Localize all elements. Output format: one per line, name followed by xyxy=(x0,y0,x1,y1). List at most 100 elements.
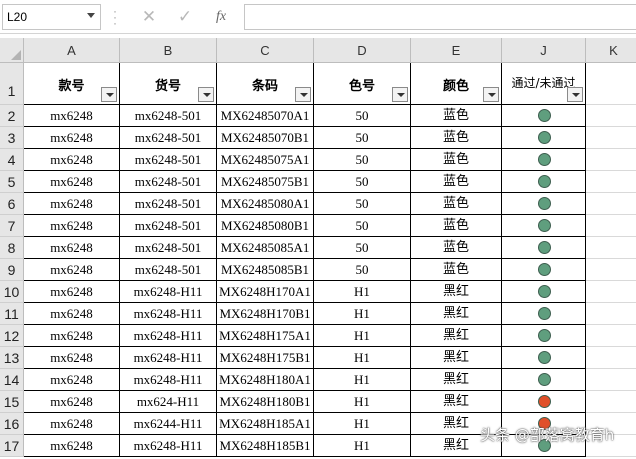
filter-dropdown-button[interactable] xyxy=(483,87,499,102)
table-cell[interactable]: 蓝色 xyxy=(411,193,502,215)
row-header-3[interactable]: 3 xyxy=(0,127,24,149)
table-cell[interactable]: mx6248-H11 xyxy=(120,347,217,369)
table-cell[interactable]: 蓝色 xyxy=(411,105,502,127)
table-cell[interactable]: 黑红 xyxy=(411,391,502,413)
table-cell[interactable]: MX6248H180A1 xyxy=(217,369,314,391)
table-cell[interactable]: 黑红 xyxy=(411,281,502,303)
table-cell[interactable]: H1 xyxy=(314,369,411,391)
table-cell[interactable]: 50 xyxy=(314,171,411,193)
status-cell[interactable] xyxy=(502,105,586,127)
table-header-cell[interactable]: 颜色 xyxy=(411,63,502,105)
table-cell[interactable]: H1 xyxy=(314,303,411,325)
row-header-11[interactable]: 11 xyxy=(0,303,24,325)
table-cell[interactable]: mx6248 xyxy=(24,325,120,347)
table-cell[interactable]: MX62485075A1 xyxy=(217,149,314,171)
table-cell[interactable]: MX6248H185A1 xyxy=(217,413,314,435)
row-header-13[interactable]: 13 xyxy=(0,347,24,369)
cancel-icon[interactable]: ✕ xyxy=(138,6,160,28)
status-cell[interactable] xyxy=(502,127,586,149)
empty-cell[interactable] xyxy=(586,303,636,325)
filter-dropdown-button[interactable] xyxy=(295,87,311,102)
name-box[interactable]: L20 xyxy=(2,4,101,30)
table-cell[interactable]: H1 xyxy=(314,435,411,457)
filter-dropdown-button[interactable] xyxy=(198,87,214,102)
table-cell[interactable]: MX62485080A1 xyxy=(217,193,314,215)
status-cell[interactable] xyxy=(502,149,586,171)
table-cell[interactable]: mx6248-H11 xyxy=(120,369,217,391)
column-header-d[interactable]: D xyxy=(314,38,411,63)
table-cell[interactable]: mx6248 xyxy=(24,369,120,391)
row-header-9[interactable]: 9 xyxy=(0,259,24,281)
status-cell[interactable] xyxy=(502,391,586,413)
column-header-k[interactable]: K xyxy=(586,38,636,63)
empty-cell[interactable] xyxy=(586,281,636,303)
table-cell[interactable]: MX62485080B1 xyxy=(217,215,314,237)
status-cell[interactable] xyxy=(502,259,586,281)
table-cell[interactable]: 蓝色 xyxy=(411,127,502,149)
table-cell[interactable]: mx6248 xyxy=(24,259,120,281)
table-cell[interactable]: 50 xyxy=(314,105,411,127)
table-cell[interactable]: mx6248-501 xyxy=(120,171,217,193)
table-cell[interactable]: 50 xyxy=(314,193,411,215)
row-header-2[interactable]: 2 xyxy=(0,105,24,127)
table-cell[interactable]: mx6248-501 xyxy=(120,127,217,149)
table-cell[interactable]: MX6248H170A1 xyxy=(217,281,314,303)
table-cell[interactable]: mx6248-H11 xyxy=(120,325,217,347)
table-cell[interactable]: 蓝色 xyxy=(411,259,502,281)
table-cell[interactable]: mx6248-501 xyxy=(120,193,217,215)
empty-cell[interactable] xyxy=(586,193,636,215)
column-header-b[interactable]: B xyxy=(120,38,217,63)
table-cell[interactable]: mx6248 xyxy=(24,127,120,149)
table-cell[interactable]: mx6248 xyxy=(24,303,120,325)
table-cell[interactable]: MX62485075B1 xyxy=(217,171,314,193)
status-cell[interactable] xyxy=(502,215,586,237)
column-header-j[interactable]: J xyxy=(502,38,586,63)
table-cell[interactable]: 蓝色 xyxy=(411,171,502,193)
table-cell[interactable]: mx6248 xyxy=(24,149,120,171)
formula-input[interactable] xyxy=(244,4,636,30)
table-cell[interactable]: 蓝色 xyxy=(411,149,502,171)
table-cell[interactable]: mx6248-501 xyxy=(120,259,217,281)
empty-cell[interactable] xyxy=(586,259,636,281)
table-cell[interactable]: 50 xyxy=(314,149,411,171)
table-header-cell[interactable]: 条码 xyxy=(217,63,314,105)
table-cell[interactable]: MX6248H180B1 xyxy=(217,391,314,413)
table-cell[interactable]: 黑红 xyxy=(411,347,502,369)
table-cell[interactable]: 50 xyxy=(314,237,411,259)
row-header-15[interactable]: 15 xyxy=(0,391,24,413)
table-cell[interactable]: mx6248 xyxy=(24,215,120,237)
table-cell[interactable]: H1 xyxy=(314,281,411,303)
table-cell[interactable]: H1 xyxy=(314,325,411,347)
table-cell[interactable]: 黑红 xyxy=(411,369,502,391)
row-header-7[interactable]: 7 xyxy=(0,215,24,237)
table-cell[interactable]: 50 xyxy=(314,215,411,237)
table-cell[interactable]: mx6248 xyxy=(24,391,120,413)
table-cell[interactable]: mx6248-501 xyxy=(120,237,217,259)
table-cell[interactable]: mx6248-H11 xyxy=(120,281,217,303)
table-cell[interactable]: mx6248-501 xyxy=(120,149,217,171)
table-cell[interactable]: MX6248H185B1 xyxy=(217,435,314,457)
empty-cell[interactable] xyxy=(586,149,636,171)
table-cell[interactable]: MX62485070A1 xyxy=(217,105,314,127)
empty-cell[interactable] xyxy=(586,215,636,237)
status-cell[interactable] xyxy=(502,347,586,369)
insert-function-icon[interactable]: fx xyxy=(210,6,232,28)
row-header-4[interactable]: 4 xyxy=(0,149,24,171)
row-header-8[interactable]: 8 xyxy=(0,237,24,259)
status-cell[interactable] xyxy=(502,193,586,215)
drag-handle-icon[interactable]: · · · xyxy=(112,5,118,29)
row-header-10[interactable]: 10 xyxy=(0,281,24,303)
table-cell[interactable]: MX62485070B1 xyxy=(217,127,314,149)
table-cell[interactable]: mx6248 xyxy=(24,105,120,127)
column-header-a[interactable]: A xyxy=(24,38,120,63)
status-cell[interactable] xyxy=(502,303,586,325)
table-cell[interactable]: 黑红 xyxy=(411,325,502,347)
filter-dropdown-button[interactable] xyxy=(101,87,117,102)
chevron-down-icon[interactable] xyxy=(87,13,95,18)
table-header-cell[interactable]: 款号 xyxy=(24,63,120,105)
select-all-button[interactable] xyxy=(0,38,24,63)
row-header-6[interactable]: 6 xyxy=(0,193,24,215)
status-cell[interactable] xyxy=(502,171,586,193)
table-cell[interactable]: mx624-H11 xyxy=(120,391,217,413)
table-cell[interactable]: mx6248 xyxy=(24,237,120,259)
